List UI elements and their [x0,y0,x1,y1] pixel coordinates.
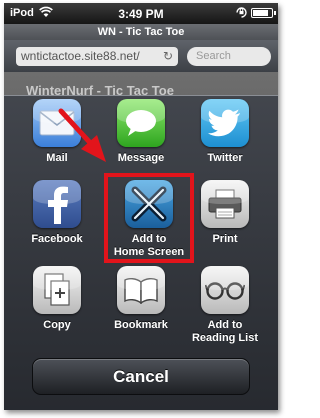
share-item-label: Copy [43,319,71,331]
share-item-add-to-home-screen[interactable]: Add to Home Screen [107,180,191,259]
glasses-icon [201,266,249,314]
share-item-bookmark[interactable]: Bookmark [99,266,183,332]
share-item-label: Twitter [207,152,243,164]
message-icon [117,99,165,147]
printer-icon [201,180,249,228]
reload-icon[interactable]: ↻ [163,47,173,66]
share-item-add-to-reading-list[interactable]: Add to Reading List [183,266,267,345]
book-icon [117,266,165,314]
status-bar: iPod 3:49 PM [4,3,278,24]
url-field[interactable]: wntictactoe.site88.net/ ↻ [16,47,178,66]
share-item-print[interactable]: Print [183,180,267,246]
share-item-label: Add to Reading List [191,319,258,344]
share-item-facebook[interactable]: Facebook [15,180,99,246]
add-to-home-screen-icon [125,180,173,228]
address-bar: wntictactoe.site88.net/ ↻ Search [4,40,278,72]
rotation-lock-icon [236,7,247,18]
share-item-label: Print [212,233,238,245]
share-item-label: Mail [46,152,68,164]
device-screen: iPod 3:49 PM WN - Tic Tac Toe wntictacto… [4,3,278,410]
share-item-label: Facebook [31,233,83,245]
browser-title: WN - Tic Tac Toe [4,24,278,40]
share-item-message[interactable]: Message [99,99,183,165]
share-item-label: Bookmark [114,319,168,331]
facebook-icon [33,180,81,228]
battery-icon [251,8,276,18]
twitter-icon [201,99,249,147]
mail-icon [33,99,81,147]
share-item-label: Add to Home Screen [113,233,185,258]
cancel-button[interactable]: Cancel [32,358,250,395]
url-text: wntictactoe.site88.net/ [21,49,140,63]
search-input[interactable]: Search [187,47,271,66]
share-item-label: Message [117,152,165,164]
share-item-twitter[interactable]: Twitter [183,99,267,165]
copy-icon [33,266,81,314]
share-action-sheet: Mail Message Twitter Facebook Add to Hom… [4,95,278,410]
share-item-copy[interactable]: Copy [15,266,99,332]
share-item-mail[interactable]: Mail [15,99,99,165]
